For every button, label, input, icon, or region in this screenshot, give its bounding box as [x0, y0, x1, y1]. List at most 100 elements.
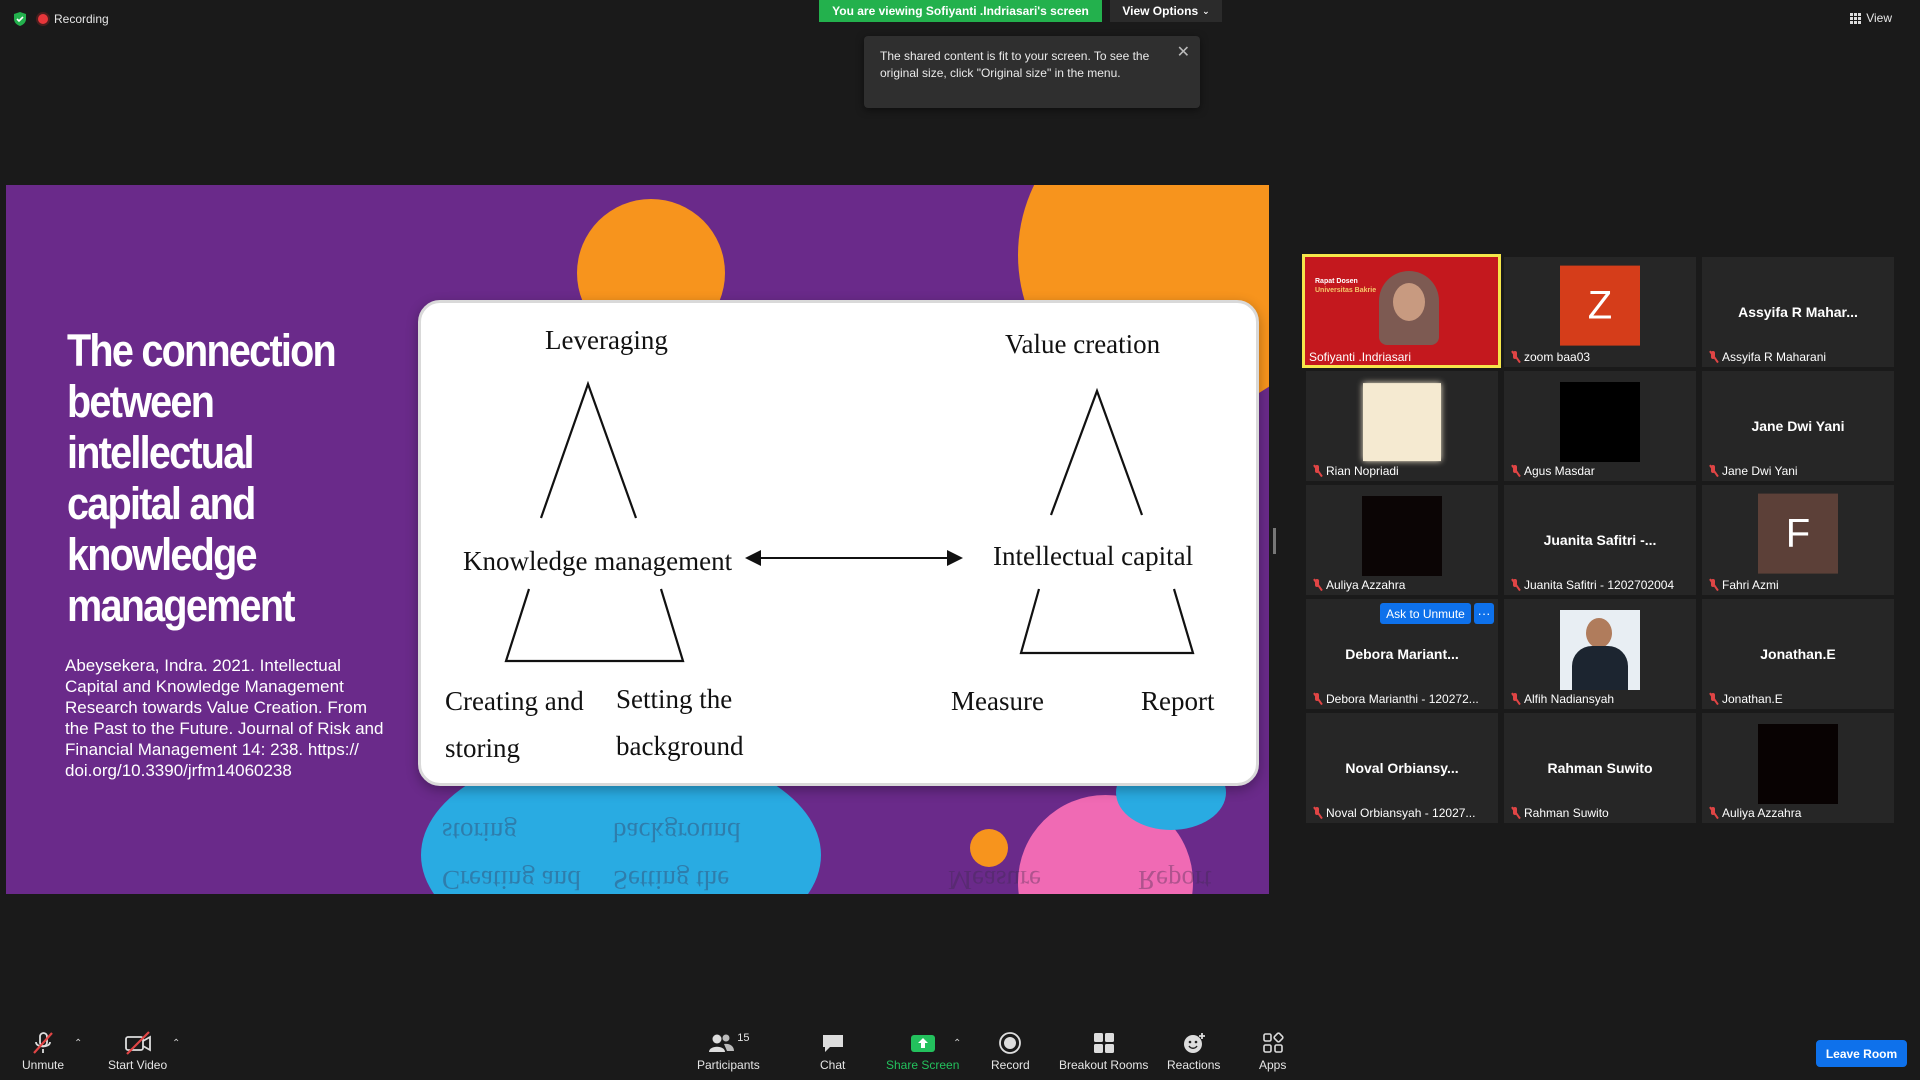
breakout-rooms-button[interactable]: Breakout Rooms — [1059, 1030, 1148, 1072]
fit-to-screen-tooltip: The shared content is fit to your screen… — [864, 36, 1200, 108]
chat-label: Chat — [820, 1058, 846, 1072]
video-tile[interactable]: Noval Orbiansy... Noval Orbiansyah - 120… — [1306, 713, 1498, 823]
label-setting-the: Setting the — [616, 684, 733, 714]
tile-label: zoom baa03 — [1510, 350, 1590, 364]
record-button[interactable]: Record — [991, 1030, 1030, 1072]
tile-label: Noval Orbiansyah - 12027... — [1312, 806, 1475, 820]
label-report: Report — [1141, 686, 1215, 716]
leave-room-button[interactable]: Leave Room — [1816, 1040, 1907, 1067]
participant-body — [1572, 646, 1628, 690]
mic-muted-icon — [1312, 693, 1322, 705]
video-feed — [1363, 383, 1441, 462]
reflection-measure: Measure — [948, 865, 1041, 894]
mic-muted-icon — [1708, 351, 1718, 363]
apps-icon — [1262, 1030, 1284, 1056]
share-screen-icon — [910, 1030, 936, 1056]
meeting-status-area: Recording — [12, 11, 109, 27]
arrow-head-left — [745, 550, 761, 566]
view-options-button[interactable]: View Options ⌄ — [1110, 0, 1222, 22]
diagram-reflection: storing Creating and background Setting … — [418, 785, 1253, 894]
recording-label: Recording — [54, 12, 109, 26]
participant-name: Assyifa R Maharani — [1722, 350, 1827, 364]
apps-button[interactable]: Apps — [1259, 1030, 1286, 1072]
right-upper-triangle — [1049, 387, 1144, 516]
start-video-label: Start Video — [108, 1058, 168, 1072]
video-tile[interactable]: Assyifa R Mahar... Assyifa R Maharani — [1702, 257, 1894, 367]
participants-count: 15 — [737, 1032, 750, 1044]
unmute-button[interactable]: Unmute — [22, 1030, 64, 1072]
participant-face — [1393, 283, 1425, 321]
video-feed — [1362, 496, 1442, 576]
video-tile[interactable]: Auliya Azzahra — [1702, 713, 1894, 823]
reflection-report: Report — [1138, 865, 1212, 894]
video-off-icon — [123, 1030, 153, 1056]
video-tile[interactable]: F Fahri Azmi — [1702, 485, 1894, 595]
avatar-initial: Z — [1587, 283, 1613, 328]
mic-muted-icon — [1312, 807, 1322, 819]
video-tile[interactable]: Juanita Safitri -... Juanita Safitri - 1… — [1504, 485, 1696, 595]
share-screen-label: Share Screen — [886, 1058, 960, 1072]
participant-name: Alfih Nadiansyah — [1524, 692, 1615, 706]
audio-options-chevron-icon[interactable]: ⌃ — [74, 1038, 82, 1049]
label-creating-and: Creating and — [445, 686, 584, 716]
video-tile[interactable]: Jane Dwi Yani Jane Dwi Yani — [1702, 371, 1894, 481]
participant-name: Fahri Azmi — [1722, 578, 1779, 592]
participants-button[interactable]: 15 Participants — [697, 1030, 760, 1072]
mic-muted-icon — [1708, 807, 1718, 819]
more-options-button[interactable]: ··· — [1474, 603, 1494, 624]
participants-icon-wrap: 15 — [707, 1030, 749, 1056]
video-tile[interactable]: Rian Nopriadi — [1306, 371, 1498, 481]
ic-km-diagram: Leveraging Value creation Knowledge mana… — [418, 300, 1259, 786]
ask-to-unmute-button[interactable]: Ask to Unmute — [1380, 603, 1471, 624]
share-screen-button[interactable]: Share Screen — [886, 1030, 959, 1072]
right-lower-triangle — [1019, 588, 1195, 655]
tile-label: Juanita Safitri - 1202702004 — [1510, 578, 1674, 592]
share-options-chevron-icon[interactable]: ⌃ — [953, 1038, 961, 1049]
chat-button[interactable]: Chat — [820, 1030, 845, 1072]
tile-label: Fahri Azmi — [1708, 578, 1779, 592]
participants-label: Participants — [697, 1058, 760, 1072]
video-tile[interactable]: Rahman Suwito Rahman Suwito — [1504, 713, 1696, 823]
mic-muted-icon — [1510, 807, 1520, 819]
participant-name: zoom baa03 — [1524, 350, 1591, 364]
tile-label: Rahman Suwito — [1510, 806, 1609, 820]
participant-head — [1586, 618, 1612, 648]
shield-icon[interactable] — [12, 11, 28, 27]
breakout-rooms-label: Breakout Rooms — [1059, 1058, 1149, 1072]
apps-label: Apps — [1259, 1058, 1287, 1072]
mic-muted-icon — [1510, 693, 1520, 705]
reflection-storing: storing — [442, 817, 518, 847]
left-lower-triangle — [504, 588, 685, 663]
tile-label: Auliya Azzahra — [1708, 806, 1801, 820]
start-video-button[interactable]: Start Video — [108, 1030, 167, 1072]
slide-title: The connection between intellectual capi… — [67, 325, 337, 631]
video-tile[interactable]: Jonathan.E Jonathan.E — [1702, 599, 1894, 709]
video-tile[interactable]: Z zoom baa03 — [1504, 257, 1696, 367]
video-tile[interactable]: Auliya Azzahra — [1306, 485, 1498, 595]
video-tile[interactable]: Rapat Dosen Universitas Bakrie Sofiyanti… — [1302, 254, 1501, 368]
close-icon[interactable]: ✕ — [1177, 42, 1190, 62]
mic-muted-icon — [1708, 465, 1718, 477]
chevron-down-icon: ⌄ — [1202, 5, 1210, 16]
recording-indicator[interactable]: Recording — [38, 12, 109, 26]
participants-icon — [709, 1034, 735, 1052]
speaker-thumb-text: Rapat Dosen Universitas Bakrie — [1315, 277, 1376, 295]
reactions-button[interactable]: Reactions — [1167, 1030, 1220, 1072]
panel-resize-handle[interactable] — [1273, 528, 1276, 554]
tile-label: Sofiyanti .Indriasari — [1309, 350, 1411, 364]
tile-label: Agus Masdar — [1510, 464, 1595, 478]
video-options-chevron-icon[interactable]: ⌃ — [172, 1038, 180, 1049]
participant-name: Auliya Azzahra — [1326, 578, 1406, 592]
mic-muted-icon — [1510, 465, 1520, 477]
shared-screen[interactable]: The connection between intellectual capi… — [6, 185, 1269, 894]
video-feed — [1758, 724, 1838, 804]
view-button[interactable]: View — [1850, 11, 1892, 25]
view-options-label: View Options — [1122, 4, 1199, 18]
tile-label: Alfih Nadiansyah — [1510, 692, 1614, 706]
video-tile[interactable]: Agus Masdar — [1504, 371, 1696, 481]
recording-icon — [38, 14, 48, 24]
video-tile[interactable]: Alfih Nadiansyah — [1504, 599, 1696, 709]
tile-label: Debora Marianthi - 120272... — [1312, 692, 1479, 706]
label-intellectual-capital: Intellectual capital — [993, 541, 1194, 571]
label-measure: Measure — [951, 686, 1044, 716]
